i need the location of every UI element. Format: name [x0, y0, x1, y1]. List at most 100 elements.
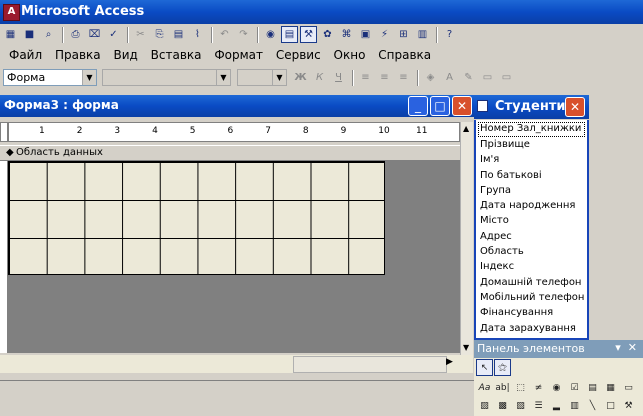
vertical-scrollbar[interactable]: ▲ ▼ [460, 122, 473, 355]
field-list-item[interactable]: Індекс [476, 259, 587, 274]
field-list-item[interactable]: Мобільний телефон [476, 290, 587, 305]
font-name-combo[interactable]: ▼ [102, 69, 231, 86]
field-list-item[interactable]: Дата зарахування [476, 321, 587, 336]
list-box-icon[interactable]: ▦ [602, 380, 619, 397]
ruler-corner[interactable] [0, 122, 8, 142]
menu-edit[interactable]: Правка [55, 48, 101, 62]
option-button-icon[interactable]: ◉ [548, 380, 565, 397]
field-list-item[interactable]: Область [476, 244, 587, 259]
form-window-title: Форма3 : форма [4, 98, 119, 112]
page-break-icon[interactable]: ☰ [530, 398, 547, 415]
minimize-button[interactable]: _ [408, 96, 428, 116]
line-tool-icon[interactable]: ╲ [584, 398, 601, 415]
maximize-button[interactable]: □ [430, 96, 450, 116]
field-list-item[interactable]: Прізвище [476, 137, 587, 152]
horizontal-scrollbar[interactable]: ▶ [0, 355, 473, 373]
control-wizards-icon[interactable]: ⚝ [494, 359, 511, 376]
toggle-button-icon[interactable]: ≠ [530, 380, 547, 397]
field-list-item[interactable]: По батькові [476, 168, 587, 183]
scroll-up-icon[interactable]: ▲ [463, 124, 469, 133]
textbox-tool-icon[interactable]: ab| [494, 380, 511, 397]
new-object-icon[interactable]: ▥ [414, 26, 431, 43]
check-box-icon[interactable]: ☑ [566, 380, 583, 397]
select-objects-icon[interactable]: ↖ [476, 359, 493, 376]
detail-section-grid[interactable] [8, 161, 385, 275]
ruler-tick-label: 1 [39, 126, 45, 136]
font-size-combo[interactable]: ▼ [237, 69, 287, 86]
paste-icon[interactable]: ▤ [170, 26, 187, 43]
ruler-tick-label: 4 [152, 126, 158, 136]
ruler-tick-label: 8 [302, 126, 309, 136]
toolbox-controls[interactable]: ▾ ✕ [615, 341, 637, 354]
scroll-thumb[interactable] [293, 356, 447, 373]
menu-window[interactable]: Окно [334, 48, 366, 62]
vertical-ruler[interactable] [0, 161, 8, 353]
field-list-item[interactable]: Ім'я [476, 152, 587, 167]
app-title: Microsoft Access [21, 4, 145, 19]
tab-control-icon[interactable]: ▂ [548, 398, 565, 415]
menu-insert[interactable]: Вставка [151, 48, 202, 62]
print-preview-icon[interactable]: ⌧ [86, 26, 103, 43]
line-color-icon[interactable]: ✎ [460, 69, 477, 86]
align-right-icon[interactable]: ≡ [395, 69, 412, 86]
underline-button[interactable]: Ч [330, 69, 347, 86]
detail-section-bar[interactable]: ◆ Область данных [0, 145, 460, 161]
field-list-close-button[interactable]: ✕ [565, 97, 585, 117]
rectangle-tool-icon[interactable]: □ [602, 398, 619, 415]
redo-icon[interactable]: ↷ [235, 26, 252, 43]
more-controls-icon[interactable]: ⚒ [620, 398, 637, 415]
save-icon[interactable]: ■ [21, 26, 38, 43]
special-effect-icon[interactable]: ▭ [498, 69, 515, 86]
field-list-item[interactable]: Адрес [476, 229, 587, 244]
field-list-item[interactable]: Місто [476, 213, 587, 228]
font-color-icon[interactable]: A [441, 69, 458, 86]
autoformat-icon[interactable]: ✿ [319, 26, 336, 43]
menu-file[interactable]: Файл [9, 48, 42, 62]
app-title-bar: A Microsoft Access [0, 0, 643, 24]
copy-icon[interactable]: ⎘ [151, 26, 168, 43]
print-icon[interactable]: ⎙ [67, 26, 84, 43]
help-icon[interactable]: ? [441, 26, 458, 43]
field-list-item[interactable]: Група [476, 183, 587, 198]
bold-button[interactable]: Ж [292, 69, 309, 86]
spelling-icon[interactable]: ✓ [105, 26, 122, 43]
build-icon[interactable]: ⚡ [376, 26, 393, 43]
menu-format[interactable]: Формат [214, 48, 263, 62]
command-button-icon[interactable]: ▭ [620, 380, 637, 397]
label-tool-icon[interactable]: Aa [476, 380, 493, 397]
close-button[interactable]: ✕ [452, 96, 472, 116]
scroll-down-icon[interactable]: ▼ [463, 343, 469, 352]
cut-icon[interactable]: ✂ [132, 26, 149, 43]
menu-view[interactable]: Вид [113, 48, 137, 62]
menu-help[interactable]: Справка [378, 48, 431, 62]
horizontal-ruler[interactable]: 1 2 3 4 5 6 7 8 9 10 11 [8, 122, 460, 142]
italic-button[interactable]: К [311, 69, 328, 86]
field-list-item[interactable]: Фінансування [476, 305, 587, 320]
search-file-icon[interactable]: ⌕ [40, 26, 57, 43]
undo-icon[interactable]: ↶ [216, 26, 233, 43]
combo-box-icon[interactable]: ▤ [584, 380, 601, 397]
field-list-icon[interactable]: ▤ [281, 26, 298, 43]
image-tool-icon[interactable]: ▨ [476, 398, 493, 415]
hyperlink-icon[interactable]: ◉ [262, 26, 279, 43]
scroll-right-icon[interactable]: ▶ [446, 357, 453, 367]
align-left-icon[interactable]: ≡ [357, 69, 374, 86]
format-painter-icon[interactable]: ⌇ [189, 26, 206, 43]
line-width-icon[interactable]: ▭ [479, 69, 496, 86]
field-list-item[interactable]: Номер Зал_книжки [478, 122, 585, 137]
view-icon[interactable]: ▦ [2, 26, 19, 43]
field-list-item[interactable]: Дата народження [476, 198, 587, 213]
database-window-icon[interactable]: ⊞ [395, 26, 412, 43]
toolbox-icon[interactable]: ⚒ [300, 26, 317, 43]
bound-frame-icon[interactable]: ▧ [512, 398, 529, 415]
object-combo[interactable]: Форма ▼ [3, 69, 97, 86]
menu-tools[interactable]: Сервис [276, 48, 321, 62]
field-list-item[interactable]: Домашній телефон [476, 275, 587, 290]
subform-icon[interactable]: ▥ [566, 398, 583, 415]
align-center-icon[interactable]: ≡ [376, 69, 393, 86]
properties-icon[interactable]: ▣ [357, 26, 374, 43]
option-group-icon[interactable]: ⬚ [512, 380, 529, 397]
fill-color-icon[interactable]: ◈ [422, 69, 439, 86]
unbound-frame-icon[interactable]: ▩ [494, 398, 511, 415]
code-icon[interactable]: ⌘ [338, 26, 355, 43]
